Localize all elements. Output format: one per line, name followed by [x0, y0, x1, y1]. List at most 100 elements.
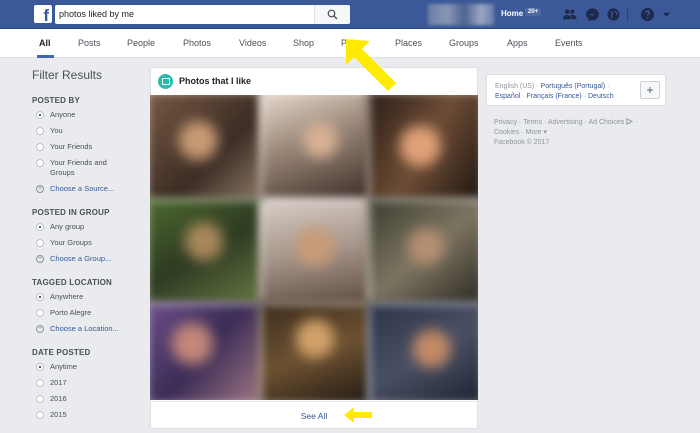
filter-option-anyone[interactable]: Anyone [32, 110, 142, 120]
friends-icon[interactable] [562, 7, 577, 22]
filter-option-you[interactable]: You [32, 126, 142, 136]
tab-all[interactable]: All [39, 38, 51, 48]
filter-option-2017[interactable]: 2017 [32, 378, 142, 388]
radio-selected[interactable] [36, 111, 44, 119]
filter-option-label: 2016 [50, 394, 67, 403]
choose-group-label: Choose a Group... [50, 254, 112, 263]
plus-circle-icon: + [36, 325, 44, 333]
header-divider [627, 8, 628, 22]
radio[interactable] [36, 239, 44, 247]
photo-thumbnail[interactable] [368, 95, 478, 201]
language-selector-box: English (US) · Português (Portugal) · Es… [486, 74, 666, 106]
filter-option-label: Your Friends and Groups [50, 158, 107, 177]
radio[interactable] [36, 395, 44, 403]
photo-grid [150, 95, 478, 400]
photo-thumbnail[interactable] [368, 199, 478, 305]
choose-source-link[interactable]: + Choose a Source... [32, 184, 142, 194]
language-link[interactable]: Français (France) [527, 93, 582, 100]
language-link[interactable]: Español [495, 93, 520, 100]
help-icon[interactable] [640, 7, 655, 22]
choose-group-link[interactable]: + Choose a Group... [32, 254, 142, 264]
filter-option-label: Any group [50, 222, 85, 231]
footer-link-terms[interactable]: Terms [523, 119, 542, 126]
footer-line-1: Privacy · Terms · Advertising · Ad Choic… [494, 118, 638, 126]
home-badge: 20+ [525, 8, 542, 16]
filter-option-2016[interactable]: 2016 [32, 394, 142, 404]
photos-results-card: Photos that I like See All [150, 67, 478, 429]
add-language-button[interactable]: + [640, 81, 660, 99]
filter-option-anytime[interactable]: Anytime [32, 362, 142, 372]
profile-avatar[interactable] [428, 4, 494, 25]
choose-source-label: Choose a Source... [50, 184, 115, 193]
footer-copyright: Facebook © 2017 [494, 139, 550, 146]
current-language: English (US) [495, 83, 535, 90]
photo-thumbnail[interactable] [150, 303, 262, 400]
tab-events[interactable]: Events [555, 38, 583, 48]
radio[interactable] [36, 143, 44, 151]
photo-thumbnail[interactable] [260, 199, 370, 305]
footer-link-ad-choices[interactable]: Ad Choices [588, 119, 624, 126]
language-link[interactable]: Deutsch [588, 93, 614, 100]
filter-option-label: 2015 [50, 410, 67, 419]
filter-option-label: Your Groups [50, 238, 92, 247]
search-input[interactable]: photos liked by me [55, 5, 350, 24]
filter-option-label: You [50, 126, 63, 135]
radio[interactable] [36, 379, 44, 387]
footer-link-more[interactable]: More [526, 129, 542, 136]
language-link[interactable]: Português (Portugal) [541, 83, 606, 90]
filter-option-your-groups[interactable]: Your Groups [32, 238, 142, 248]
facebook-logo-icon[interactable]: f [34, 5, 52, 23]
search-icon [327, 9, 338, 20]
card-title[interactable]: Photos that I like [179, 76, 251, 86]
choose-location-label: Choose a Location... [50, 324, 119, 333]
photo-thumbnail[interactable] [368, 303, 478, 400]
search-button[interactable] [314, 5, 350, 24]
radio-selected[interactable] [36, 293, 44, 301]
tab-posts[interactable]: Posts [78, 38, 101, 48]
filter-option-your-friends[interactable]: Your Friends [32, 142, 142, 152]
plus-circle-icon: + [36, 185, 44, 193]
caret-down-icon: ▾ [541, 129, 547, 136]
footer-link-privacy[interactable]: Privacy [494, 119, 517, 126]
filter-option-label: Anyone [50, 110, 76, 119]
filter-option-label: 2017 [50, 378, 67, 387]
filter-option-any-group[interactable]: Any group [32, 222, 142, 232]
footer-line-2: Cookies · More ▾ [494, 129, 547, 136]
caret-down-icon[interactable] [662, 10, 671, 19]
tab-people[interactable]: People [127, 38, 155, 48]
tab-apps[interactable]: Apps [507, 38, 528, 48]
top-bar: f photos liked by me Home 20+ [0, 0, 700, 29]
radio[interactable] [36, 127, 44, 135]
filter-option-label: Anywhere [50, 292, 84, 301]
card-header: Photos that I like [151, 68, 479, 95]
messenger-icon[interactable] [585, 7, 600, 22]
tab-videos[interactable]: Videos [239, 38, 266, 48]
photo-thumbnail[interactable] [150, 199, 262, 305]
home-link[interactable]: Home [501, 9, 523, 18]
choose-location-link[interactable]: + Choose a Location... [32, 324, 142, 334]
footer-link-cookies[interactable]: Cookies [494, 129, 519, 136]
radio[interactable] [36, 159, 44, 167]
tab-photos[interactable]: Photos [183, 38, 211, 48]
tab-shop[interactable]: Shop [293, 38, 314, 48]
radio[interactable] [36, 411, 44, 419]
filter-option-anywhere[interactable]: Anywhere [32, 292, 142, 302]
see-all-bar: See All [151, 401, 477, 428]
plus-circle-icon: + [36, 255, 44, 263]
radio-selected[interactable] [36, 363, 44, 371]
tab-groups[interactable]: Groups [449, 38, 479, 48]
date-posted-heading: DATE POSTED [32, 348, 91, 357]
photo-thumbnail[interactable] [150, 95, 262, 201]
radio[interactable] [36, 309, 44, 317]
photo-thumbnail[interactable] [260, 303, 370, 400]
see-all-link[interactable]: See All [301, 411, 327, 421]
globe-icon[interactable] [606, 7, 621, 22]
ad-choices-icon [626, 118, 634, 125]
filter-option-friends-and-groups[interactable]: Your Friends and Groups [32, 158, 132, 178]
search-query[interactable]: photos liked by me [59, 9, 134, 19]
footer-link-advertising[interactable]: Advertising [548, 119, 583, 126]
filter-option-porto-alegre[interactable]: Porto Alegre [32, 308, 142, 318]
radio-selected[interactable] [36, 223, 44, 231]
filter-option-2015[interactable]: 2015 [32, 410, 142, 420]
photo-thumbnail[interactable] [260, 95, 370, 201]
